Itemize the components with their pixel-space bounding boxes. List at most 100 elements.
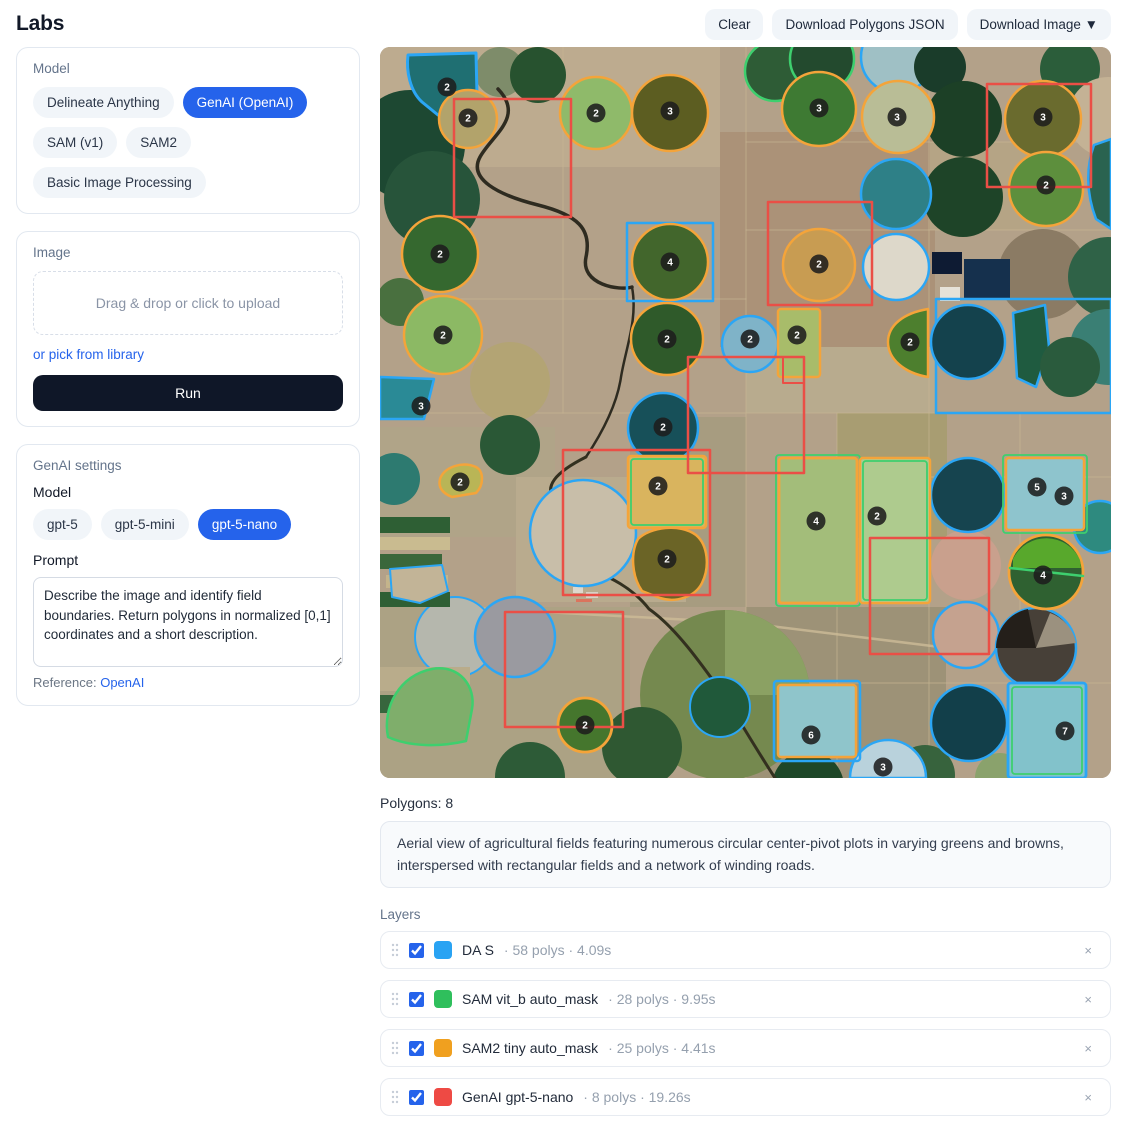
layer-color-swatch — [434, 941, 452, 959]
map-badge: 4 — [661, 253, 680, 272]
svg-text:3: 3 — [894, 113, 900, 124]
sidebar: Model Delineate Anything GenAI (OpenAI) SA… — [16, 47, 360, 723]
layer-visibility-checkbox[interactable] — [409, 943, 424, 958]
map-badge: 2 — [868, 507, 887, 526]
drag-handle-icon[interactable] — [391, 1041, 399, 1055]
map-badge: 7 — [1056, 722, 1075, 741]
svg-text:2: 2 — [593, 109, 599, 120]
clear-button[interactable]: Clear — [705, 9, 763, 40]
map-badge: 2 — [658, 330, 677, 349]
svg-text:2: 2 — [816, 260, 822, 271]
chip-sam-v1[interactable]: SAM (v1) — [33, 127, 117, 158]
svg-text:4: 4 — [1040, 571, 1046, 582]
svg-text:2: 2 — [437, 250, 443, 261]
genai-model-options: gpt-5 gpt-5-mini gpt-5-nano — [33, 509, 343, 540]
map-shape — [964, 259, 1010, 299]
map-badge: 2 — [788, 326, 807, 345]
svg-text:2: 2 — [664, 335, 670, 346]
layer-visibility-checkbox[interactable] — [409, 992, 424, 1007]
svg-text:2: 2 — [747, 335, 753, 346]
chip-gpt-5-mini[interactable]: gpt-5-mini — [101, 509, 189, 540]
svg-text:2: 2 — [440, 331, 446, 342]
map-badge: 2 — [431, 245, 450, 264]
chip-delineate-anything[interactable]: Delineate Anything — [33, 87, 174, 118]
svg-text:3: 3 — [880, 763, 886, 774]
download-image-button[interactable]: Download Image ▼ — [967, 9, 1111, 40]
layers-list: DA S· 58 polys · 4.09s×SAM vit_b auto_ma… — [380, 931, 1111, 1116]
openai-reference-link[interactable]: OpenAI — [100, 675, 144, 690]
model-options: Delineate Anything GenAI (OpenAI) SAM (v1)… — [33, 87, 343, 198]
chip-sam2[interactable]: SAM2 — [126, 127, 191, 158]
svg-text:3: 3 — [816, 104, 822, 115]
dropzone-text: Drag & drop or click to upload — [96, 295, 280, 311]
prompt-label: Prompt — [33, 552, 343, 568]
map-badge: 2 — [658, 550, 677, 569]
svg-text:2: 2 — [1043, 181, 1049, 192]
map-badge: 2 — [810, 255, 829, 274]
layer-visibility-checkbox[interactable] — [409, 1041, 424, 1056]
chip-basic-image-processing[interactable]: Basic Image Processing — [33, 167, 206, 198]
map-badge: 2 — [1037, 176, 1056, 195]
description-box: Aerial view of agricultural fields featu… — [380, 821, 1111, 888]
svg-text:2: 2 — [660, 423, 666, 434]
map-badge: 2 — [576, 716, 595, 735]
map-badge: 3 — [888, 108, 907, 127]
map-shape — [510, 47, 566, 103]
svg-text:3: 3 — [1061, 492, 1067, 503]
svg-text:2: 2 — [582, 721, 588, 732]
image-card-label: Image — [33, 245, 343, 260]
image-dropzone[interactable]: Drag & drop or click to upload — [33, 271, 343, 335]
prompt-textarea[interactable]: Describe the image and identify field bo… — [33, 577, 343, 667]
map-shape — [480, 415, 540, 475]
layer-remove-button[interactable]: × — [1080, 1088, 1096, 1107]
map-shape — [573, 587, 583, 593]
svg-text:2: 2 — [907, 338, 913, 349]
page-title: Labs — [16, 12, 64, 36]
map-badge: 3 — [1055, 487, 1074, 506]
layer-remove-button[interactable]: × — [1080, 1039, 1096, 1058]
map-shape — [475, 597, 555, 677]
chip-gpt-5[interactable]: gpt-5 — [33, 509, 92, 540]
model-card-label: Model — [33, 61, 343, 76]
map-shape — [690, 677, 750, 737]
layer-remove-button[interactable]: × — [1080, 941, 1096, 960]
layer-color-swatch — [434, 1039, 452, 1057]
map-badge: 2 — [649, 477, 668, 496]
chip-genai-openai[interactable]: GenAI (OpenAI) — [183, 87, 308, 118]
layer-visibility-checkbox[interactable] — [409, 1090, 424, 1105]
svg-text:4: 4 — [813, 517, 819, 528]
map-shape — [923, 157, 1003, 237]
svg-text:7: 7 — [1062, 727, 1068, 738]
map-canvas[interactable]: 222333322422222232222425342673 — [380, 47, 1111, 778]
map-badge: 3 — [874, 758, 893, 777]
svg-text:6: 6 — [808, 731, 814, 742]
map-badge: 2 — [438, 78, 457, 97]
download-polygons-json-button[interactable]: Download Polygons JSON — [772, 9, 957, 40]
map-badge: 5 — [1028, 478, 1047, 497]
image-card: Image Drag & drop or click to upload or … — [16, 231, 360, 427]
pick-from-library-link[interactable]: or pick from library — [33, 347, 144, 362]
run-button[interactable]: Run — [33, 375, 343, 411]
layer-color-swatch — [434, 1088, 452, 1106]
svg-text:3: 3 — [418, 402, 424, 413]
map-shape — [530, 480, 636, 586]
svg-text:2: 2 — [874, 512, 880, 523]
drag-handle-icon[interactable] — [391, 943, 399, 957]
map-svg[interactable]: 222333322422222232222425342673 — [380, 47, 1111, 778]
svg-text:2: 2 — [655, 482, 661, 493]
map-shape — [470, 342, 550, 422]
map-badge: 3 — [810, 99, 829, 118]
map-badge: 2 — [587, 104, 606, 123]
page: Labs Clear Download Polygons JSON Download… — [0, 0, 1121, 1127]
map-badge: 6 — [802, 726, 821, 745]
drag-handle-icon[interactable] — [391, 1090, 399, 1104]
layer-meta: · 25 polys · 4.41s — [608, 1040, 715, 1056]
layer-name: DA S — [462, 942, 494, 958]
drag-handle-icon[interactable] — [391, 992, 399, 1006]
layer-row-sam2-tiny-auto-mask: SAM2 tiny auto_mask· 25 polys · 4.41s× — [380, 1029, 1111, 1067]
chip-gpt-5-nano[interactable]: gpt-5-nano — [198, 509, 291, 540]
layer-remove-button[interactable]: × — [1080, 990, 1096, 1009]
polygons-count: Polygons: 8 — [380, 795, 1111, 811]
map-badge: 4 — [1034, 566, 1053, 585]
svg-text:2: 2 — [444, 83, 450, 94]
